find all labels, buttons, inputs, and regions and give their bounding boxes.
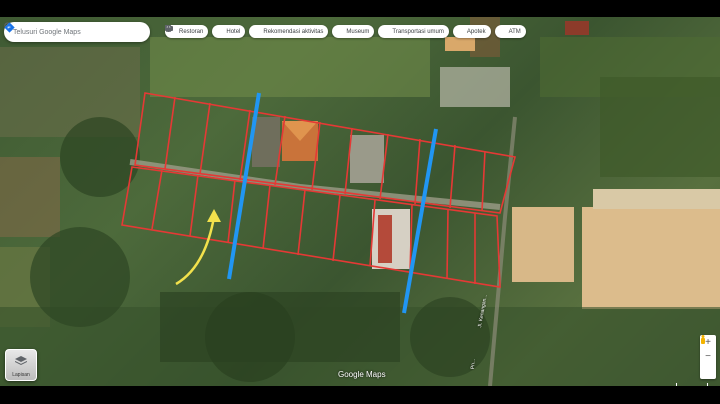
chip-rekomendasi-aktivitas[interactable]: Rekomendasi aktivitas (165, 25, 329, 38)
atm-icon: $ (165, 25, 506, 35)
pharmacy-icon (165, 25, 464, 35)
google-maps-logo: Google Maps (338, 370, 386, 379)
zoom-control: + − (700, 335, 716, 379)
chip-apotek[interactable]: Apotek (165, 25, 491, 38)
museum-icon (165, 25, 343, 35)
chip-museum[interactable]: Museum (165, 25, 375, 38)
marker-line-left (227, 92, 261, 280)
satellite-map[interactable]: Telusuri Google Maps Restoran Hotel Reko… (0, 17, 720, 386)
video-frame: Telusuri Google Maps Restoran Hotel Reko… (0, 0, 720, 404)
layers-button[interactable]: Lapisan (5, 349, 37, 381)
category-chips: Restoran Hotel Rekomendasi aktivitas Mus… (165, 25, 526, 38)
search-box[interactable]: Telusuri Google Maps (4, 22, 150, 42)
street-view-pegman-icon[interactable] (700, 335, 716, 377)
search-icon[interactable] (4, 22, 129, 38)
yellow-arrow (175, 216, 216, 286)
map-imagery (0, 17, 720, 386)
scale-bar (676, 383, 708, 386)
camera-icon (165, 26, 260, 35)
bed-icon (165, 25, 223, 35)
bus-icon (165, 25, 389, 35)
road-label: Pn... (470, 358, 477, 370)
chip-atm[interactable]: $ ATM (165, 25, 526, 38)
chip-hotel[interactable]: Hotel (165, 25, 246, 38)
chip-transportasi-umum[interactable]: Transportasi umum (165, 25, 449, 38)
layers-label: Lapisan (12, 372, 30, 378)
zoom-out-button[interactable]: − (700, 349, 716, 363)
directions-icon[interactable] (4, 22, 145, 38)
svg-text:$: $ (167, 26, 170, 31)
search-input[interactable]: Telusuri Google Maps (13, 29, 117, 36)
